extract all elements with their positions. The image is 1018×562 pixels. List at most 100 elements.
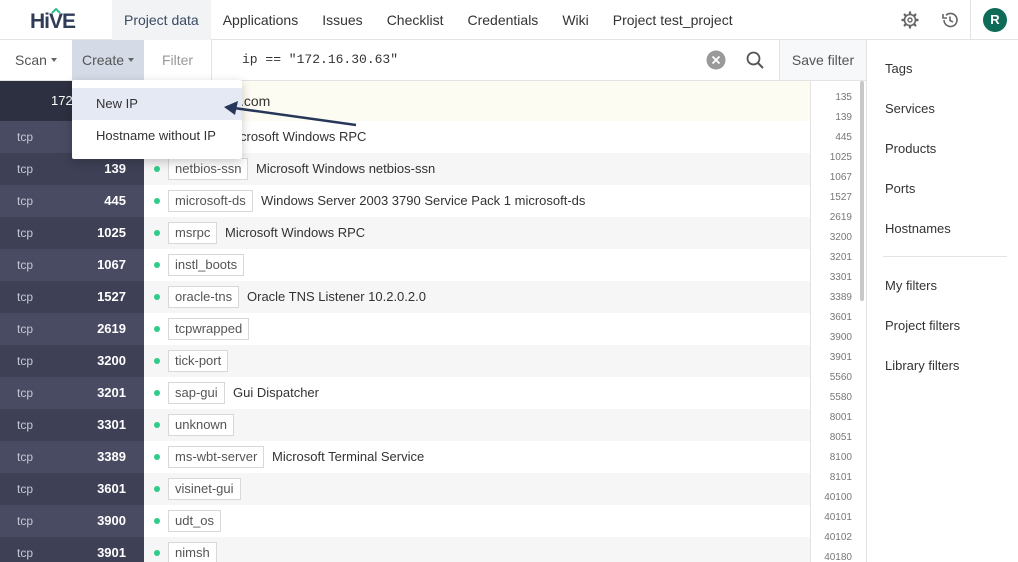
nav-project-name[interactable]: Project test_project [601,0,745,40]
minimap-port[interactable]: 1527 [830,192,852,204]
port-number[interactable]: 3601 [97,473,126,505]
menu-item-hostname-without-ip[interactable]: Hostname without IP [72,120,242,152]
port-number[interactable]: 3900 [97,505,126,537]
host-ip[interactable]: 172 [51,81,73,121]
product-name[interactable]: Microsoft Terminal Service [272,441,424,473]
nav-issues[interactable]: Issues [310,0,374,40]
menu-item-new-ip[interactable]: New IP [72,88,242,120]
sidebar-item-tags[interactable]: Tags [885,61,912,76]
nav-checklist[interactable]: Checklist [375,0,456,40]
minimap-port[interactable]: 40100 [824,492,852,504]
search-icon[interactable] [745,50,765,70]
table-row[interactable]: tcp 3389 ms-wbt-server Microsoft Terminal S… [0,441,810,473]
sidebar-item-project-filters[interactable]: Project filters [885,318,960,333]
port-cell: tcp 3900 [0,505,144,537]
table-row[interactable]: tcp 3200 tick-port [0,345,810,377]
port-number[interactable]: 3201 [97,377,126,409]
table-row[interactable]: tcp 3201 sap-gui Gui Dispatcher [0,377,810,409]
minimap-port[interactable]: 3201 [830,252,852,264]
sidebar-item-hostnames[interactable]: Hostnames [885,221,951,236]
product-name[interactable]: Microsoft Windows RPC [225,217,365,249]
service-tag[interactable]: netbios-ssn [168,158,249,180]
minimap-port[interactable]: 8051 [830,432,852,444]
hive-logo-icon[interactable]: HiVE [30,8,82,32]
nav-wiki[interactable]: Wiki [550,0,600,40]
service-tag[interactable]: oracle-tns [168,286,240,308]
table-row[interactable]: tcp 1527 oracle-tns Oracle TNS Listener 10.… [0,281,810,313]
port-number[interactable]: 1067 [97,249,126,281]
product-name[interactable]: crosoft Windows RPC [240,121,366,153]
minimap-port[interactable]: 40180 [824,552,852,562]
port-number[interactable]: 3389 [97,441,126,473]
service-tag[interactable]: sap-gui [168,382,225,404]
table-row[interactable]: tcp 3301 unknown [0,409,810,441]
sidebar-item-services[interactable]: Services [885,101,935,116]
nav-applications[interactable]: Applications [211,0,311,40]
host-name[interactable]: .com [240,81,270,121]
port-number[interactable]: 2619 [97,313,126,345]
minimap-port[interactable]: 1025 [830,152,852,164]
nav-credentials[interactable]: Credentials [455,0,550,40]
minimap-port[interactable]: 3601 [830,312,852,324]
port-number[interactable]: 3200 [97,345,126,377]
minimap-port[interactable]: 40101 [824,512,852,524]
minimap-port[interactable]: 3389 [830,292,852,304]
port-number[interactable]: 445 [104,185,126,217]
minimap-port[interactable]: 8101 [830,472,852,484]
minimap-port[interactable]: 3900 [830,332,852,344]
service-tag[interactable]: microsoft-ds [168,190,253,212]
product-name[interactable]: Microsoft Windows netbios-ssn [256,153,435,185]
product-name[interactable]: Oracle TNS Listener 10.2.0.2.0 [247,281,426,313]
service-tag[interactable]: msrpc [168,222,218,244]
table-row[interactable]: tcp 1025 msrpc Microsoft Windows RPC [0,217,810,249]
nav-project-data[interactable]: Project data [112,0,211,40]
service-tag[interactable]: instl_boots [168,254,245,276]
history-icon[interactable] [940,10,960,30]
create-button[interactable]: Create [72,40,144,80]
filter-input[interactable] [242,40,692,80]
sidebar-item-my-filters[interactable]: My filters [885,278,937,293]
minimap-port[interactable]: 2619 [830,212,852,224]
minimap-port[interactable]: 8100 [830,452,852,464]
minimap-port[interactable]: 445 [835,132,852,144]
service-tag[interactable]: unknown [168,414,235,436]
port-number[interactable]: 3301 [97,409,126,441]
minimap-port[interactable]: 135 [835,92,852,104]
table-row[interactable]: tcp 445 microsoft-ds Windows Server 2003 37… [0,185,810,217]
table-row[interactable]: tcp 3901 nimsh [0,537,810,562]
gear-icon[interactable] [900,10,920,30]
product-name[interactable]: Gui Dispatcher [233,377,319,409]
service-tag[interactable]: udt_os [168,510,222,532]
port-number[interactable]: 1025 [97,217,126,249]
sidebar-item-ports[interactable]: Ports [885,181,915,196]
port-number[interactable]: 1527 [97,281,126,313]
minimap-port[interactable]: 1067 [830,172,852,184]
table-row[interactable]: tcp 3900 udt_os [0,505,810,537]
service-tag[interactable]: nimsh [168,542,217,562]
table-row[interactable]: tcp 3601 visinet-gui [0,473,810,505]
minimap-port[interactable]: 5560 [830,372,852,384]
service-tag[interactable]: tcpwrapped [168,318,250,340]
minimap-port[interactable]: 3901 [830,352,852,364]
sidebar-item-products[interactable]: Products [885,141,936,156]
minimap-port[interactable]: 8001 [830,412,852,424]
minimap-port[interactable]: 139 [835,112,852,124]
port-number[interactable]: 3901 [97,537,126,562]
table-row[interactable]: tcp 1067 instl_boots [0,249,810,281]
product-name[interactable]: Windows Server 2003 3790 Service Pack 1 … [261,185,585,217]
protocol-label: tcp [17,130,34,144]
sidebar-item-library-filters[interactable]: Library filters [885,358,959,373]
save-filter-button[interactable]: Save filter [779,40,866,80]
service-tag[interactable]: ms-wbt-server [168,446,265,468]
service-tag[interactable]: visinet-gui [168,478,241,500]
minimap-port[interactable]: 3301 [830,272,852,284]
scrollbar-thumb[interactable] [860,81,864,301]
service-tag[interactable]: tick-port [168,350,229,372]
minimap-port[interactable]: 5580 [830,392,852,404]
user-avatar[interactable]: R [983,8,1007,32]
table-row[interactable]: tcp 2619 tcpwrapped [0,313,810,345]
minimap-port[interactable]: 40102 [824,532,852,544]
minimap-port[interactable]: 3200 [830,232,852,244]
clear-icon[interactable] [706,50,726,70]
scan-button[interactable]: Scan [0,40,72,80]
